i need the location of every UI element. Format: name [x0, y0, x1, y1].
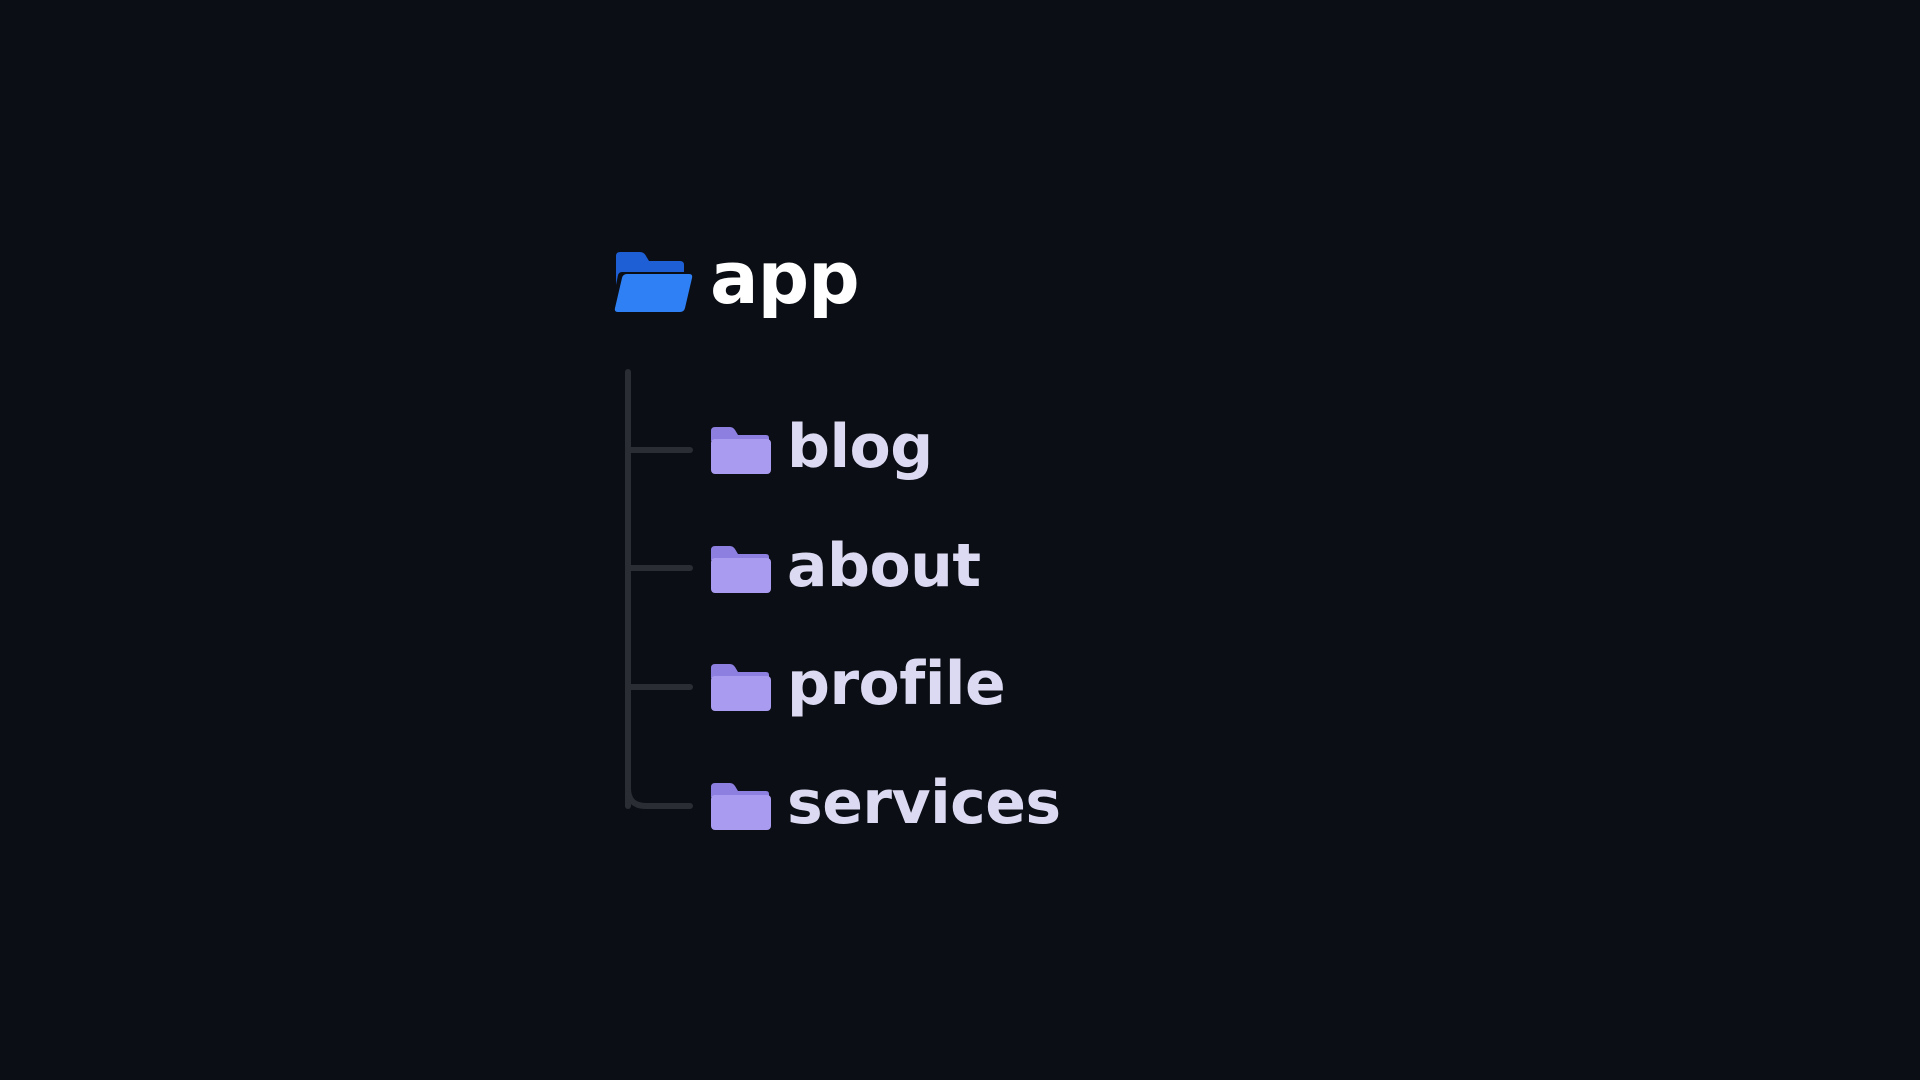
folder-icon [711, 427, 771, 474]
root-folder-label: app [710, 236, 860, 320]
root-folder[interactable]: app [614, 239, 860, 321]
folder-open-icon [614, 252, 693, 312]
child-folder-label: about [787, 531, 981, 601]
child-folder-label: services [787, 768, 1061, 838]
folder-icon [711, 664, 771, 711]
folder-icon [711, 783, 771, 830]
tree-connector [625, 369, 693, 809]
child-folder-services[interactable]: services [709, 768, 1061, 842]
child-folder-profile[interactable]: profile [709, 649, 1006, 723]
child-folder-blog[interactable]: blog [709, 412, 933, 486]
child-folder-about[interactable]: about [709, 531, 981, 605]
folder-tree-diagram: app blog about profile services [0, 0, 1920, 1080]
folder-icon [711, 546, 771, 593]
child-folder-label: profile [787, 649, 1006, 719]
child-folder-label: blog [787, 412, 933, 482]
